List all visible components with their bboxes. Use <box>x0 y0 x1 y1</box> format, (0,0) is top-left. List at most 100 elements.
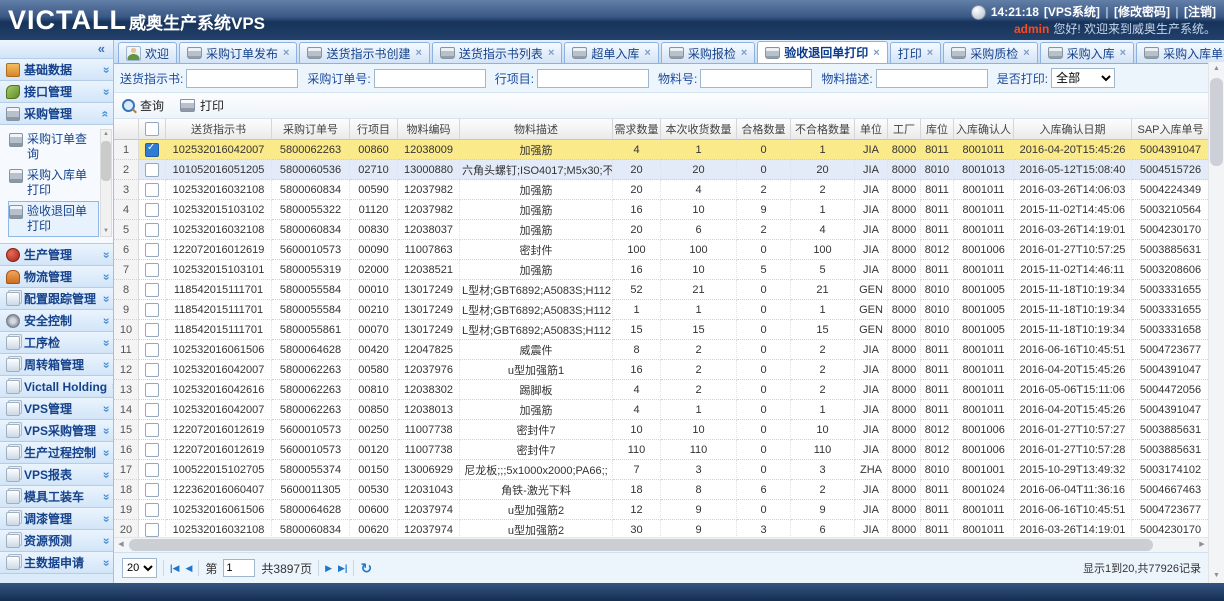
table-row[interactable]: 1710052201510270558000553740015013006929… <box>114 460 1209 480</box>
column-header[interactable]: 工厂 <box>888 119 921 140</box>
row-checkbox[interactable] <box>145 203 159 217</box>
tab-10[interactable]: 采购入库单打印× <box>1136 42 1224 63</box>
row-checkbox[interactable] <box>145 223 159 237</box>
row-checkbox[interactable] <box>145 363 159 377</box>
tab-close-icon[interactable]: × <box>1023 47 1029 59</box>
table-row[interactable]: 1310253201604261658000622630081012038302… <box>114 380 1209 400</box>
sidebar-group-11[interactable]: VPS采购管理« <box>0 420 113 442</box>
prev-page-button[interactable] <box>185 559 192 577</box>
sidebar-group-17[interactable]: 主数据申请« <box>0 552 113 574</box>
sidebar-group-14[interactable]: 模具工装车« <box>0 486 113 508</box>
material-no-input[interactable] <box>700 69 812 88</box>
sidebar-group-13[interactable]: VPS报表« <box>0 464 113 486</box>
page-number-input[interactable] <box>223 559 255 577</box>
sidebar-group-9[interactable]: Victall Holding« <box>0 376 113 398</box>
column-header[interactable]: 本次收货数量 <box>661 119 737 140</box>
row-checkbox[interactable] <box>145 343 159 357</box>
table-row[interactable]: 1210253201604200758000622630058012037976… <box>114 360 1209 380</box>
tab-close-icon[interactable]: × <box>415 47 421 59</box>
sidebar-group-6[interactable]: 安全控制« <box>0 310 113 332</box>
tab-close-icon[interactable]: × <box>741 47 747 59</box>
delivery-instruction-input[interactable] <box>186 69 298 88</box>
column-header[interactable]: 不合格数量 <box>791 119 855 140</box>
table-row[interactable]: 1910253201606150658000646280060012037974… <box>114 500 1209 520</box>
vps-system-link[interactable]: [VPS系统] <box>1044 5 1100 19</box>
sidebar-group-12[interactable]: 生产过程控制« <box>0 442 113 464</box>
last-page-button[interactable] <box>338 559 347 577</box>
column-header[interactable]: 行项目 <box>350 119 398 140</box>
row-checkbox[interactable] <box>145 483 159 497</box>
page-size-select[interactable]: 20 <box>122 558 157 578</box>
search-button[interactable]: 查询 <box>122 97 164 114</box>
row-checkbox[interactable] <box>145 143 159 157</box>
sidebar-item-2[interactable]: 验收退回单打印 <box>8 201 99 237</box>
scroll-down-arrow-icon[interactable]: ▼ <box>1209 569 1224 583</box>
sidebar-group-4[interactable]: 物流管理« <box>0 266 113 288</box>
scroll-up-arrow-icon[interactable]: ▲ <box>1209 62 1224 76</box>
table-row[interactable]: 2010253201603210858000608340062012037974… <box>114 520 1209 537</box>
scroll-right-arrow-icon[interactable]: ▶ <box>1195 538 1209 552</box>
row-checkbox[interactable] <box>145 323 159 337</box>
tab-3[interactable]: 送货指示书列表× <box>432 42 562 63</box>
table-row[interactable]: 410253201510310258000553220112012037982加… <box>114 200 1209 220</box>
row-checkbox[interactable] <box>145 283 159 297</box>
sidebar-item-1[interactable]: 采购入库单打印 <box>8 165 99 201</box>
tab-8[interactable]: 采购质检× <box>943 42 1037 63</box>
sidebar-group-16[interactable]: 资源预测« <box>0 530 113 552</box>
tab-close-icon[interactable]: × <box>1120 47 1126 59</box>
tab-0[interactable]: 欢迎 <box>118 42 177 63</box>
table-row[interactable]: 210105201605120558000605360271013000880六… <box>114 160 1209 180</box>
column-header[interactable]: 物料编码 <box>398 119 460 140</box>
tab-2[interactable]: 送货指示书创建× <box>299 42 429 63</box>
tab-close-icon[interactable]: × <box>548 47 554 59</box>
change-password-link[interactable]: [修改密码] <box>1114 5 1170 19</box>
tab-6[interactable]: 验收退回单打印× <box>757 41 887 63</box>
row-checkbox[interactable] <box>145 403 159 417</box>
material-desc-input[interactable] <box>876 69 988 88</box>
table-row[interactable]: 811854201511170158000555840001013017249L… <box>114 280 1209 300</box>
column-header[interactable]: 采购订单号 <box>272 119 350 140</box>
table-row[interactable]: 1110253201606150658000646280042012047825… <box>114 340 1209 360</box>
column-header[interactable]: 合格数量 <box>737 119 791 140</box>
vertical-scrollbar[interactable]: ▲ ▼ <box>1208 62 1224 583</box>
row-checkbox[interactable] <box>145 523 159 537</box>
column-header[interactable]: SAP入库单号 <box>1132 119 1209 140</box>
tab-5[interactable]: 采购报检× <box>661 42 755 63</box>
line-item-input[interactable] <box>537 69 649 88</box>
tab-9[interactable]: 采购入库× <box>1040 42 1134 63</box>
table-row[interactable]: 911854201511170158000555840021013017249L… <box>114 300 1209 320</box>
tab-close-icon[interactable]: × <box>644 47 650 59</box>
column-header[interactable]: 入库确认日期 <box>1014 119 1132 140</box>
table-row[interactable]: 1011854201511170158000558610007013017249… <box>114 320 1209 340</box>
next-page-button[interactable] <box>325 559 332 577</box>
refresh-icon[interactable] <box>360 560 372 577</box>
tab-close-icon[interactable]: × <box>873 47 879 59</box>
sidebar-group-2[interactable]: 采购管理« <box>0 103 113 125</box>
sidebar-group-15[interactable]: 调漆管理« <box>0 508 113 530</box>
column-header[interactable]: 需求数量 <box>613 119 661 140</box>
print-button[interactable]: 打印 <box>180 97 224 114</box>
row-checkbox[interactable] <box>145 263 159 277</box>
scroll-left-arrow-icon[interactable]: ◀ <box>114 538 128 552</box>
tab-4[interactable]: 超单入库× <box>564 42 658 63</box>
row-checkbox[interactable] <box>145 503 159 517</box>
print-status-select[interactable]: 全部 <box>1051 68 1115 88</box>
tab-close-icon[interactable]: × <box>283 47 289 59</box>
submenu-scroll-up-icon[interactable]: ▲ <box>101 130 111 139</box>
table-row[interactable]: 1612207201601261956000105730012011007738… <box>114 440 1209 460</box>
submenu-scroll-thumb[interactable] <box>101 141 111 181</box>
row-checkbox[interactable] <box>145 243 159 257</box>
horizontal-scrollbar[interactable]: ◀ ▶ <box>114 537 1209 552</box>
row-checkbox[interactable] <box>145 383 159 397</box>
table-row[interactable]: 612207201601261956000105730009011007863密… <box>114 240 1209 260</box>
column-header[interactable]: 库位 <box>921 119 954 140</box>
table-row[interactable]: 310253201603210858000608340059012037982加… <box>114 180 1209 200</box>
horizontal-scroll-thumb[interactable] <box>129 539 1153 551</box>
tab-1[interactable]: 采购订单发布× <box>179 42 297 63</box>
first-page-button[interactable] <box>170 559 179 577</box>
submenu-scrollbar[interactable]: ▲▼ <box>100 129 112 237</box>
sidebar-group-0[interactable]: 基础数据« <box>0 59 113 81</box>
sidebar-group-7[interactable]: 工序检« <box>0 332 113 354</box>
sidebar-group-5[interactable]: 配置跟踪管理« <box>0 288 113 310</box>
row-checkbox[interactable] <box>145 463 159 477</box>
